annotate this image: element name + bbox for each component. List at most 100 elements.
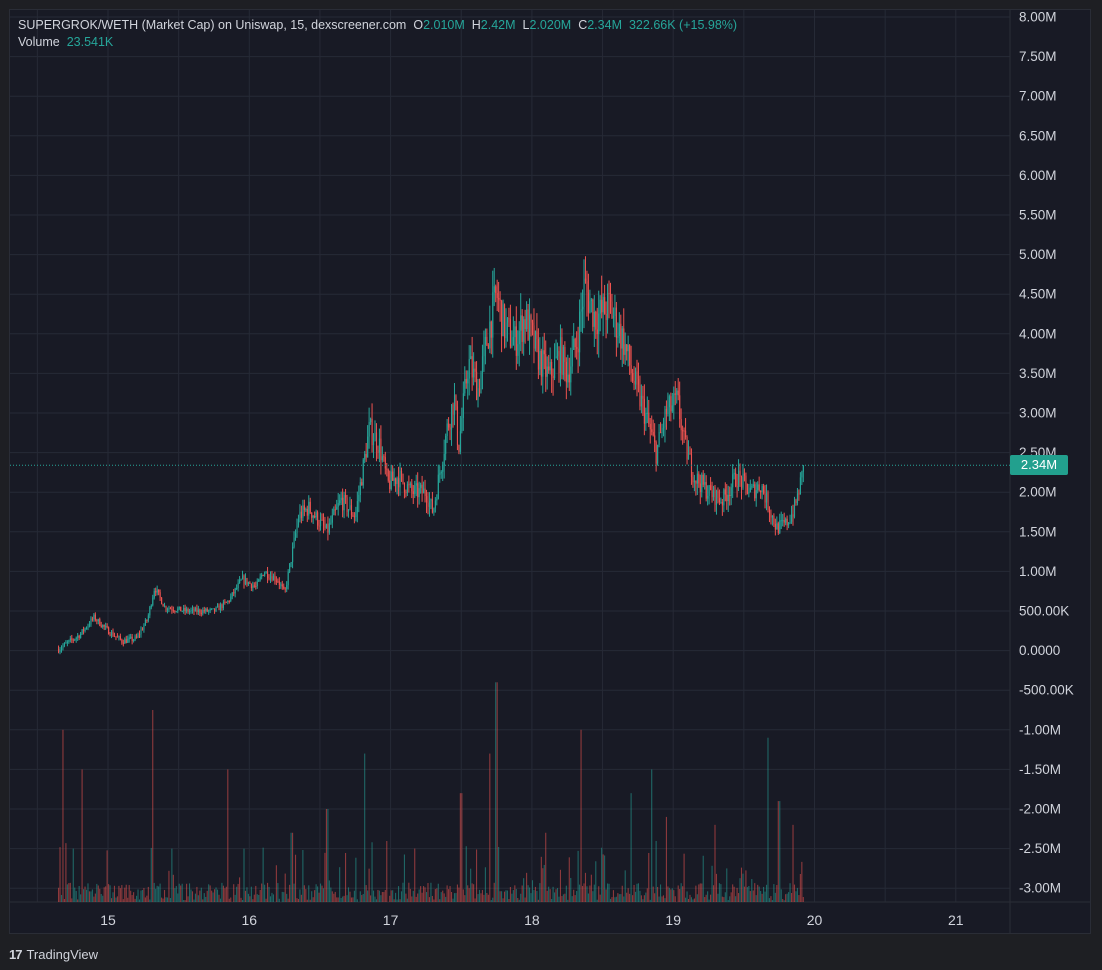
candle-body: [493, 286, 495, 293]
candle-body: [683, 430, 685, 432]
candle-body: [437, 474, 439, 499]
volume-bar: [190, 889, 192, 902]
volume-bar: [350, 897, 352, 902]
volume-bar: [467, 885, 469, 902]
candle-body: [748, 492, 750, 494]
chart-canvas[interactable]: 8.00M 7.50M 7.00M 6.50M 6.00M 5.50M 5.00M 4.50M…: [0, 0, 1102, 970]
volume-bar: [337, 897, 339, 902]
volume-bar: [178, 883, 180, 902]
volume-bar: [364, 753, 366, 902]
volume-bar: [493, 882, 495, 902]
candle-body: [559, 337, 562, 374]
candle-body: [583, 278, 585, 307]
volume-bar: [776, 885, 778, 902]
volume-bar: [228, 898, 230, 902]
candle-body: [246, 578, 248, 585]
volume-bar: [526, 872, 528, 902]
volume-bar: [162, 898, 164, 902]
candle-body: [688, 453, 690, 460]
candle-body: [735, 472, 737, 487]
candle-body: [398, 478, 400, 488]
volume-bar: [233, 884, 235, 902]
candle-body: [125, 639, 127, 643]
legend-row-volume: Volume 23.541K: [18, 34, 737, 51]
volume-bar: [710, 894, 712, 902]
candle-body: [749, 487, 751, 493]
volume-bar: [768, 898, 771, 902]
volume-bar: [430, 882, 432, 902]
volume-bar: [425, 892, 428, 902]
candle-body: [287, 571, 289, 586]
volume-bar: [393, 899, 395, 902]
candle-body: [359, 482, 361, 495]
volume-bar: [468, 888, 470, 902]
volume-bar: [443, 893, 445, 902]
candle-body: [701, 474, 703, 493]
volume-bar: [662, 895, 665, 902]
candle-body: [651, 429, 653, 432]
candle-body: [627, 345, 629, 352]
candle-body: [689, 453, 691, 455]
candle-body: [390, 471, 392, 490]
candle-body: [704, 482, 706, 485]
candle-body: [74, 639, 76, 641]
volume-bar: [268, 886, 270, 902]
volume-bar: [202, 899, 204, 902]
candle-body: [708, 485, 710, 496]
symbol-title[interactable]: SUPERGROK/WETH (Market Cap) on Uniswap, …: [18, 18, 406, 32]
volume-bar: [617, 893, 619, 902]
volume-bar: [720, 884, 722, 902]
volume-bar: [180, 885, 182, 902]
candle-body: [671, 405, 673, 412]
candle-body: [136, 636, 138, 638]
candle-body: [184, 607, 186, 612]
candle-body: [780, 520, 782, 522]
candle-body: [395, 478, 397, 484]
volume-bar: [561, 896, 563, 902]
candle-body: [455, 395, 457, 407]
volume-bar: [587, 893, 589, 902]
candle-body: [664, 408, 666, 428]
candle-body: [212, 608, 214, 610]
y-tick-label: 7.00M: [1019, 89, 1057, 104]
candle-body: [682, 430, 684, 432]
candle-body: [108, 627, 110, 635]
volume-bar: [88, 891, 91, 902]
volume-bar: [196, 886, 198, 902]
candle-body: [403, 482, 406, 493]
volume-bar: [206, 890, 208, 902]
volume-label[interactable]: Volume: [18, 35, 60, 49]
candle-body: [442, 465, 444, 472]
volume-bar: [693, 898, 695, 902]
candle-body: [740, 476, 743, 488]
volume-bar: [267, 882, 269, 902]
volume-bar: [527, 885, 529, 902]
volume-bar: [309, 899, 311, 902]
volume-bar: [687, 899, 690, 902]
candle-body: [579, 311, 581, 353]
volume-bar: [524, 897, 526, 902]
candle-body: [673, 393, 675, 406]
candle-body: [370, 418, 372, 423]
candle-body: [295, 533, 297, 538]
legend-row-price: SUPERGROK/WETH (Market Cap) on Uniswap, …: [18, 17, 737, 34]
candle-body: [374, 432, 376, 442]
candle-body: [567, 374, 569, 383]
candle-body: [633, 380, 635, 385]
candle-body: [345, 495, 347, 498]
candle-body: [317, 512, 319, 526]
volume-bar: [205, 896, 207, 902]
candle-body: [299, 511, 301, 520]
candle-body: [271, 576, 273, 581]
volume-bar: [415, 896, 417, 902]
footer[interactable]: 17 TradingView: [9, 944, 98, 964]
volume-bar: [633, 884, 635, 902]
volume-bar: [593, 884, 595, 902]
candle-body: [506, 317, 509, 323]
volume-bar: [686, 891, 688, 902]
y-tick-label: 3.00M: [1019, 406, 1057, 421]
volume-bar: [427, 883, 429, 902]
candle-body: [202, 610, 204, 614]
close-label: C: [578, 18, 588, 32]
candle-body: [657, 444, 659, 464]
